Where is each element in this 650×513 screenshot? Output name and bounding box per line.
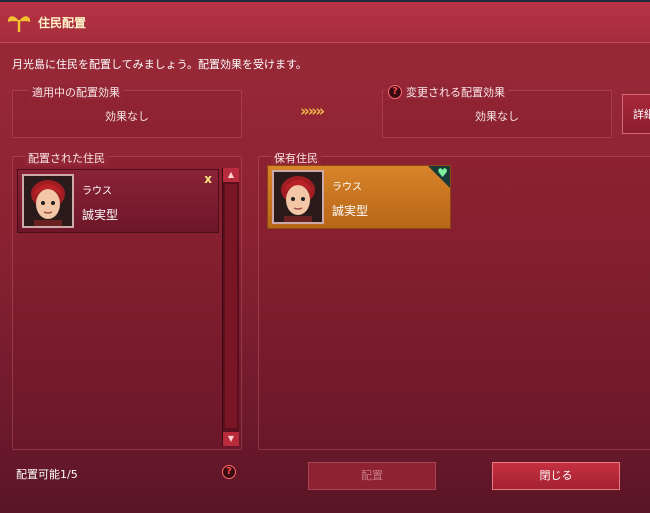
resident-face-icon	[24, 176, 72, 226]
resident-name: ラウス	[82, 186, 112, 197]
placed-list-scrollbar[interactable]: ▲ ▼	[222, 168, 239, 446]
current-effect-panel: 適用中の配置効果 効果なし	[12, 84, 242, 138]
resident-type: 誠実型	[332, 204, 369, 218]
scroll-thumb[interactable]	[225, 184, 237, 428]
placed-residents-label: 配置された住民	[25, 150, 108, 166]
scroll-down-icon[interactable]: ▼	[223, 432, 239, 446]
current-effect-label: 適用中の配置効果	[29, 84, 123, 100]
description-text: 月光島に住民を配置してみましょう。配置効果を受けます。	[12, 58, 307, 71]
resident-face-icon	[274, 172, 322, 222]
placement-capacity: 配置可能1/5	[16, 468, 78, 481]
resident-portrait	[22, 174, 74, 228]
help-icon[interactable]: ?	[222, 465, 236, 479]
place-button[interactable]: 配置	[308, 462, 436, 490]
help-icon[interactable]: ?	[388, 85, 402, 99]
sprout-icon	[7, 16, 31, 32]
current-effect-value: 効果なし	[105, 110, 149, 123]
window-title: 住民配置	[38, 16, 87, 30]
changed-effect-value: 効果なし	[475, 110, 519, 123]
changed-effect-label: 変更される配置効果	[406, 86, 505, 99]
close-button[interactable]: 閉じる	[492, 462, 620, 490]
title-bar[interactable]: 住民配置	[0, 2, 650, 43]
resident-name: ラウス	[332, 182, 362, 193]
heart-icon[interactable]: ♥	[437, 166, 448, 180]
arrow-right-icon: »»»	[300, 102, 325, 120]
detail-button[interactable]: 詳細	[622, 94, 650, 134]
scroll-up-icon[interactable]: ▲	[223, 168, 239, 182]
resident-placement-window: 住民配置 月光島に住民を配置してみましょう。配置効果を受けます。 適用中の配置効…	[0, 0, 650, 513]
placed-resident-card[interactable]: ラウス 誠実型 x	[17, 169, 219, 233]
changed-effect-legend: ? 変更される配置効果	[385, 84, 508, 100]
owned-residents-label: 保有住民	[271, 150, 321, 166]
resident-portrait	[272, 170, 324, 224]
changed-effect-panel: ? 変更される配置効果 効果なし	[382, 84, 612, 138]
remove-resident-button[interactable]: x	[204, 172, 212, 186]
resident-type: 誠実型	[82, 208, 119, 222]
owned-resident-card[interactable]: ラウス 誠実型 ♥	[267, 165, 451, 229]
